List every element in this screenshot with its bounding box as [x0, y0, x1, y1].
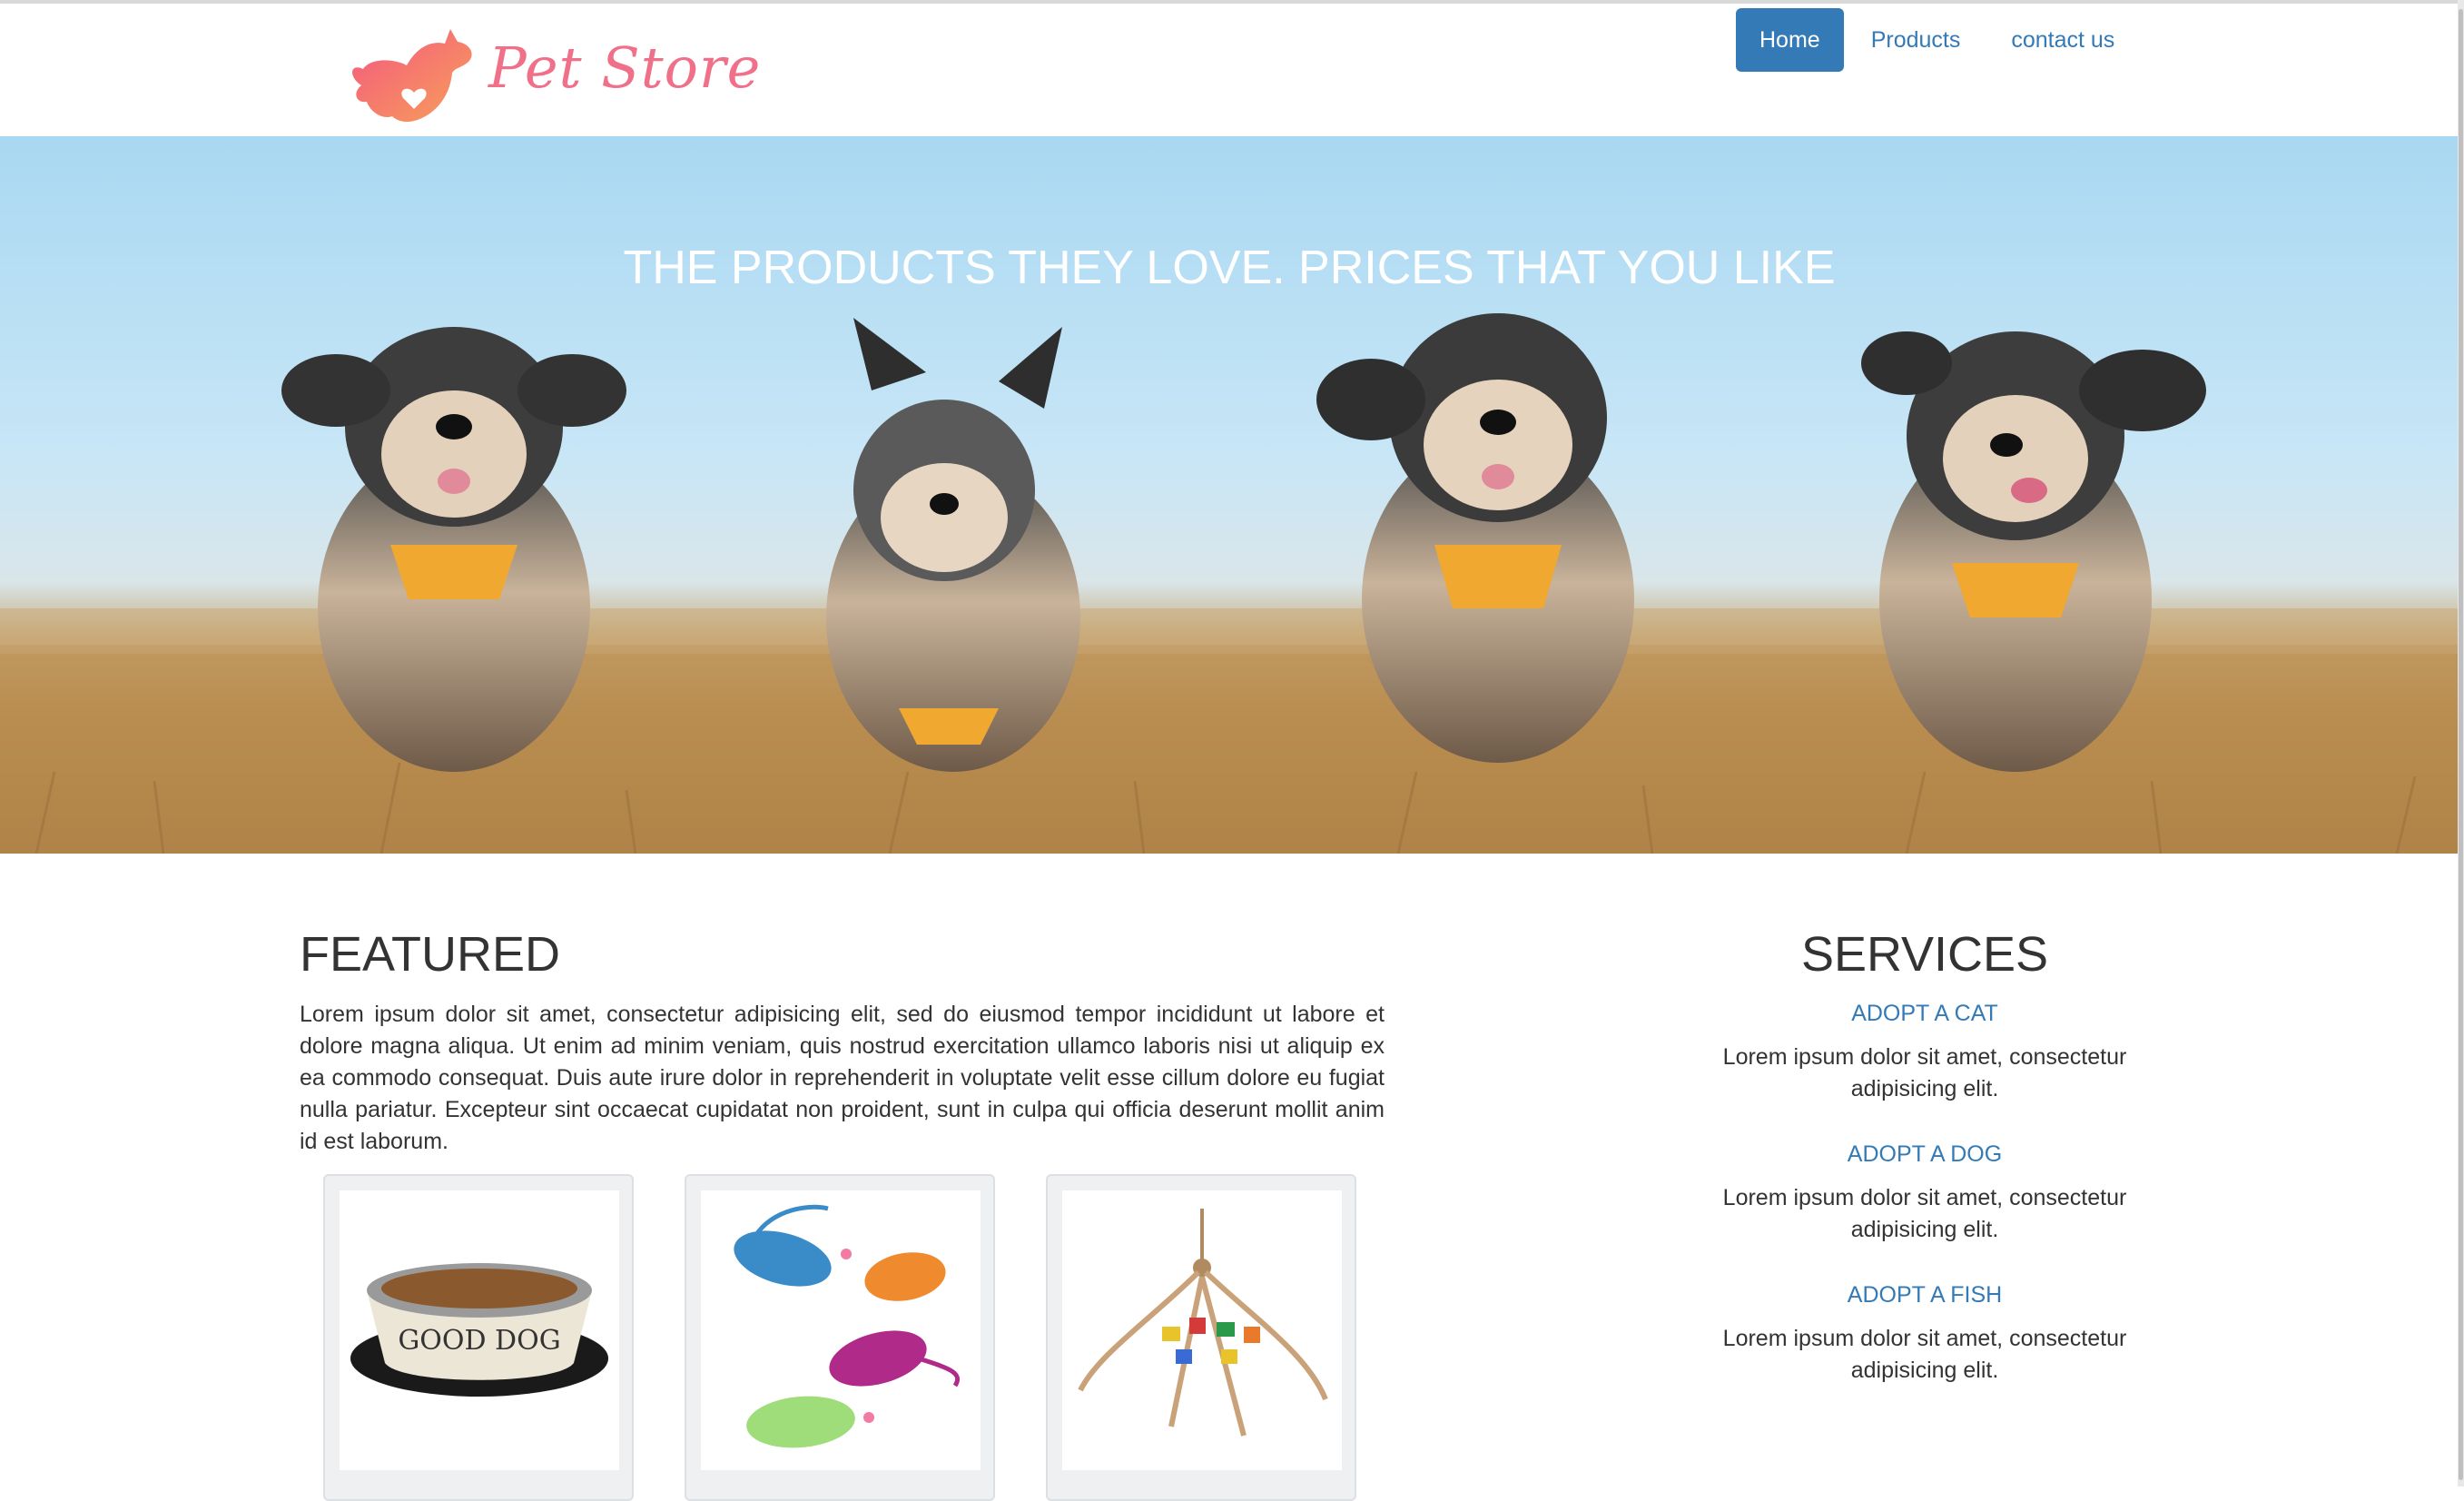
product-image-mouse-toys — [701, 1190, 981, 1470]
bowl-label: GOOD DOG — [398, 1325, 560, 1357]
nav-contact-us[interactable]: contact us — [1987, 8, 2138, 72]
nav-products[interactable]: Products — [1848, 8, 1985, 72]
product-card-dog-bowl[interactable]: GOOD DOG — [323, 1174, 634, 1501]
service-link-adopt-fish[interactable]: ADOPT A FISH — [1671, 1282, 2179, 1308]
service-text-adopt-dog: Lorem ipsum dolor sit amet, consectetur … — [1722, 1185, 2127, 1242]
product-card-bird-toy[interactable] — [1046, 1174, 1356, 1501]
service-text-adopt-cat: Lorem ipsum dolor sit amet, consectetur … — [1722, 1044, 2127, 1101]
product-image-bird-toy — [1062, 1190, 1342, 1470]
featured-heading: FEATURED — [300, 927, 561, 982]
brand-name: Pet Store — [488, 35, 762, 101]
main-nav: Home Products contact us — [1736, 8, 2142, 72]
page-scrollbar-thumb[interactable] — [2459, 9, 2463, 1480]
featured-description: Lorem ipsum dolor sit amet, consectetur … — [300, 1002, 1385, 1154]
hero-title: THE PRODUCTS THEY LOVE. PRICES THAT YOU … — [623, 242, 1836, 294]
header: Pet Store Home Products contact us — [0, 4, 2464, 136]
brand-logo[interactable]: Pet Store — [343, 22, 760, 135]
page-scrollbar[interactable] — [2458, 0, 2464, 1486]
product-card-mouse-toys[interactable] — [685, 1174, 995, 1501]
services-heading: SERVICES — [1800, 927, 2049, 982]
service-link-adopt-cat[interactable]: ADOPT A CAT — [1671, 1001, 2179, 1027]
services-section: SERVICES ADOPT A CAT Lorem ipsum dolor s… — [1671, 926, 2179, 1423]
service-text-adopt-fish: Lorem ipsum dolor sit amet, consectetur … — [1722, 1326, 2127, 1383]
service-link-adopt-dog[interactable]: ADOPT A DOG — [1671, 1141, 2179, 1168]
hero-banner: THE PRODUCTS THEY LOVE. PRICES THAT YOU … — [0, 136, 2459, 854]
dog-logo-icon — [352, 29, 472, 123]
dog-2 — [826, 318, 1080, 772]
product-image-dog-bowl: GOOD DOG — [340, 1190, 619, 1470]
nav-home[interactable]: Home — [1736, 8, 1844, 72]
